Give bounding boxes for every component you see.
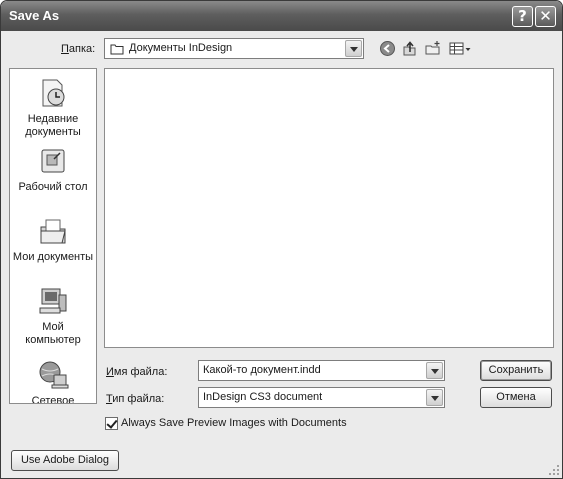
view-menu-icon[interactable]: [448, 40, 472, 57]
place-desktop[interactable]: Рабочий стол: [10, 145, 96, 194]
preview-checkbox[interactable]: [105, 417, 118, 430]
use-adobe-dialog-button[interactable]: Use Adobe Dialog: [11, 450, 119, 471]
lookin-value: Документы InDesign: [129, 42, 233, 54]
recent-documents-icon: [42, 79, 65, 107]
filename-field[interactable]: Какой-то документ.indd: [198, 360, 445, 381]
place-recent-documents[interactable]: Недавние документы: [10, 77, 96, 139]
desktop-icon: [41, 149, 65, 173]
cancel-button[interactable]: Отмена: [480, 387, 552, 408]
filename-value: Какой-то документ.indd: [203, 364, 321, 376]
place-my-documents[interactable]: Мои документы: [10, 215, 96, 264]
title-bar[interactable]: Save As ? ✕: [1, 1, 562, 31]
filetype-value: InDesign CS3 document: [203, 391, 323, 403]
places-bar: Недавние документы Рабочий стол Мои доку…: [9, 68, 97, 404]
lookin-label: Папка:: [61, 43, 96, 55]
chevron-down-icon[interactable]: [426, 389, 443, 406]
back-icon[interactable]: [379, 40, 396, 57]
place-label: Мои документы: [12, 251, 94, 263]
new-folder-icon[interactable]: [424, 40, 442, 57]
preview-checkbox-label: Always Save Preview Images with Document…: [121, 417, 347, 429]
place-label: Мой: [42, 321, 64, 333]
window-title: Save As: [9, 8, 60, 23]
place-my-computer[interactable]: Мой компьютер: [10, 285, 96, 347]
close-button[interactable]: ✕: [535, 6, 556, 27]
place-label: документы: [25, 126, 81, 138]
file-list[interactable]: [104, 68, 554, 348]
place-label: компьютер: [25, 334, 81, 346]
folder-icon: [110, 44, 124, 55]
save-as-dialog: Save As ? ✕ Папка: Документы InDesign Не…: [0, 0, 563, 479]
filename-label: Имя файла:: [106, 366, 168, 378]
lookin-dropdown[interactable]: Документы InDesign: [104, 38, 364, 59]
place-label: Сетевое: [31, 395, 75, 404]
place-network[interactable]: Сетевое: [10, 359, 96, 404]
save-button[interactable]: Сохранить: [480, 360, 552, 381]
chevron-down-icon[interactable]: [426, 362, 443, 379]
resize-grip-icon[interactable]: [548, 464, 560, 476]
network-icon: [39, 361, 69, 389]
up-folder-icon[interactable]: [401, 40, 418, 57]
filetype-label: Тип файла:: [106, 393, 165, 405]
help-button[interactable]: ?: [512, 6, 533, 27]
my-computer-icon: [39, 288, 67, 314]
place-label: Недавние: [27, 113, 79, 125]
place-label: Рабочий стол: [18, 181, 88, 193]
my-documents-icon: [40, 219, 66, 244]
filetype-dropdown[interactable]: InDesign CS3 document: [198, 387, 445, 408]
chevron-down-icon[interactable]: [345, 40, 362, 57]
